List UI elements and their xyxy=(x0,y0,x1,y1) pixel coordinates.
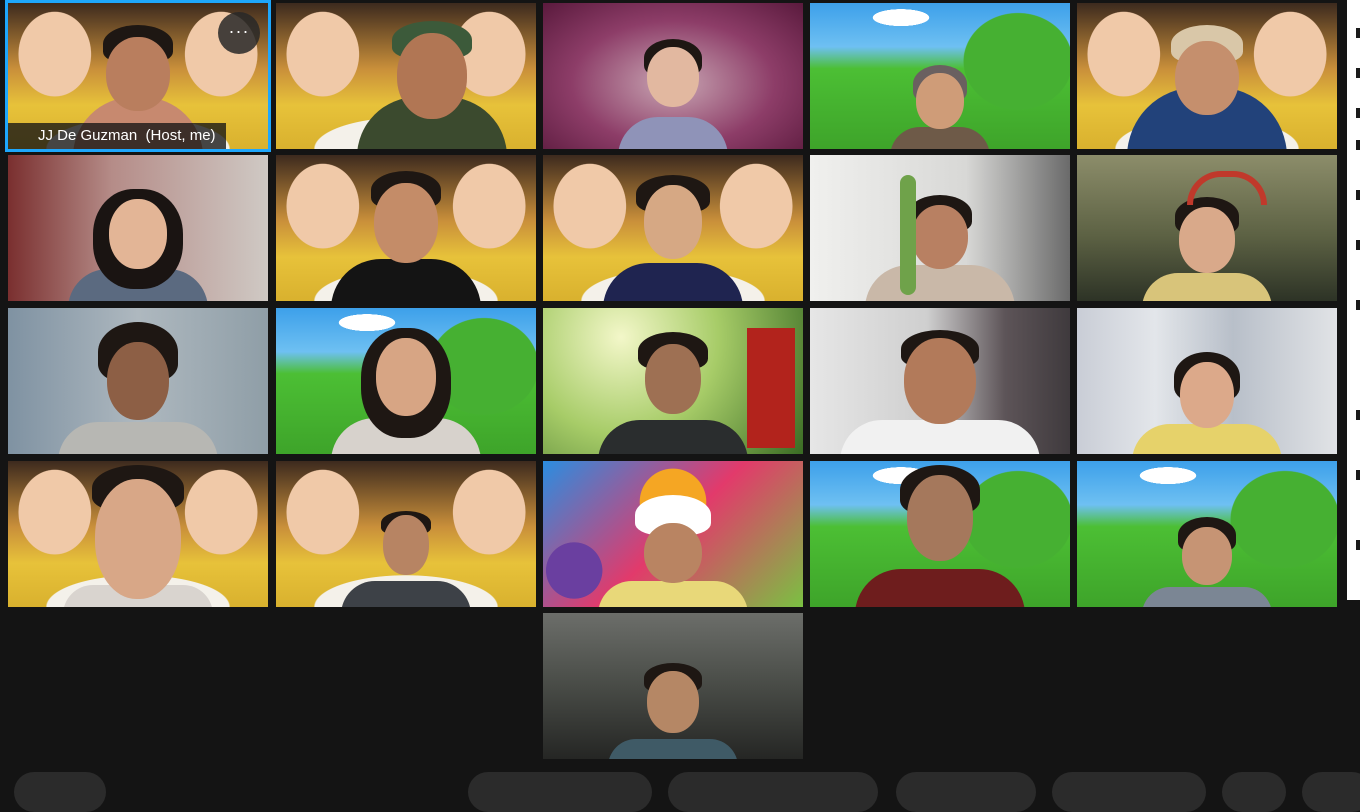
participant-video-tile[interactable] xyxy=(810,155,1070,301)
participant-body xyxy=(598,420,748,454)
participant-video-tile[interactable] xyxy=(1077,155,1337,301)
participant-face xyxy=(647,47,699,107)
toolbar-button[interactable] xyxy=(896,772,1036,812)
participant-face xyxy=(907,475,973,561)
participant-body xyxy=(608,739,738,759)
participant-video-tile[interactable] xyxy=(276,308,536,454)
participant-face xyxy=(107,342,169,420)
participant-face xyxy=(397,33,467,119)
toolbar-button-left[interactable] xyxy=(14,772,106,812)
participant-face xyxy=(106,37,170,111)
participant-face xyxy=(1175,41,1239,115)
participant-video-tile[interactable] xyxy=(543,155,803,301)
participant-face xyxy=(1182,527,1232,585)
participant-body xyxy=(341,581,471,607)
participant-face xyxy=(95,479,181,599)
chat-panel-edge xyxy=(1347,0,1360,600)
participant-face xyxy=(916,73,964,129)
participant-face xyxy=(645,344,701,414)
participant-body xyxy=(1142,273,1272,301)
participant-face xyxy=(374,183,438,263)
participant-video-tile[interactable] xyxy=(1077,3,1337,149)
participant-video-tile-self[interactable]: JJ De Guzman (Host, me) ··· xyxy=(5,0,271,152)
product-box-prop xyxy=(747,328,795,448)
toolbar-button[interactable] xyxy=(1302,772,1360,812)
participant-video-tile[interactable] xyxy=(276,461,536,607)
participant-video-tile[interactable] xyxy=(276,155,536,301)
participant-face xyxy=(644,185,702,259)
participant-video-tile[interactable] xyxy=(8,461,268,607)
participant-video-tile[interactable] xyxy=(543,3,803,149)
toolbar-button[interactable] xyxy=(468,772,652,812)
participant-face xyxy=(1180,362,1234,428)
participant-body xyxy=(1142,587,1272,607)
participant-face xyxy=(647,671,699,733)
participant-body xyxy=(855,569,1025,607)
participant-video-tile[interactable] xyxy=(8,155,268,301)
toolbar-button[interactable] xyxy=(1052,772,1206,812)
participant-video-tile[interactable] xyxy=(810,308,1070,454)
participant-face xyxy=(109,199,167,269)
participant-video-tile[interactable] xyxy=(543,613,803,759)
participant-video-tile[interactable] xyxy=(810,461,1070,607)
participant-face xyxy=(383,515,429,575)
participant-video-tile[interactable] xyxy=(1077,308,1337,454)
more-options-button[interactable]: ··· xyxy=(218,12,260,54)
toolbar-button[interactable] xyxy=(668,772,878,812)
participant-face xyxy=(912,205,968,269)
green-onion-prop xyxy=(900,175,916,295)
participant-body xyxy=(840,420,1040,454)
participant-body xyxy=(865,265,1015,301)
participant-body xyxy=(58,422,218,454)
participant-body xyxy=(598,581,748,607)
participant-video-tile[interactable] xyxy=(810,3,1070,149)
participant-face xyxy=(904,338,976,424)
participant-face xyxy=(644,523,702,583)
participant-body xyxy=(1132,424,1282,454)
participant-video-tile[interactable] xyxy=(543,308,803,454)
participant-name-label: JJ De Guzman (Host, me) xyxy=(8,123,226,149)
toolbar-button[interactable] xyxy=(1222,772,1286,812)
participant-video-tile[interactable] xyxy=(276,3,536,149)
participant-face xyxy=(1179,207,1235,273)
participant-face xyxy=(376,338,436,416)
participant-video-tile[interactable] xyxy=(8,308,268,454)
participant-video-tile[interactable] xyxy=(543,461,803,607)
participant-body xyxy=(890,127,990,149)
participant-video-tile[interactable] xyxy=(1077,461,1337,607)
